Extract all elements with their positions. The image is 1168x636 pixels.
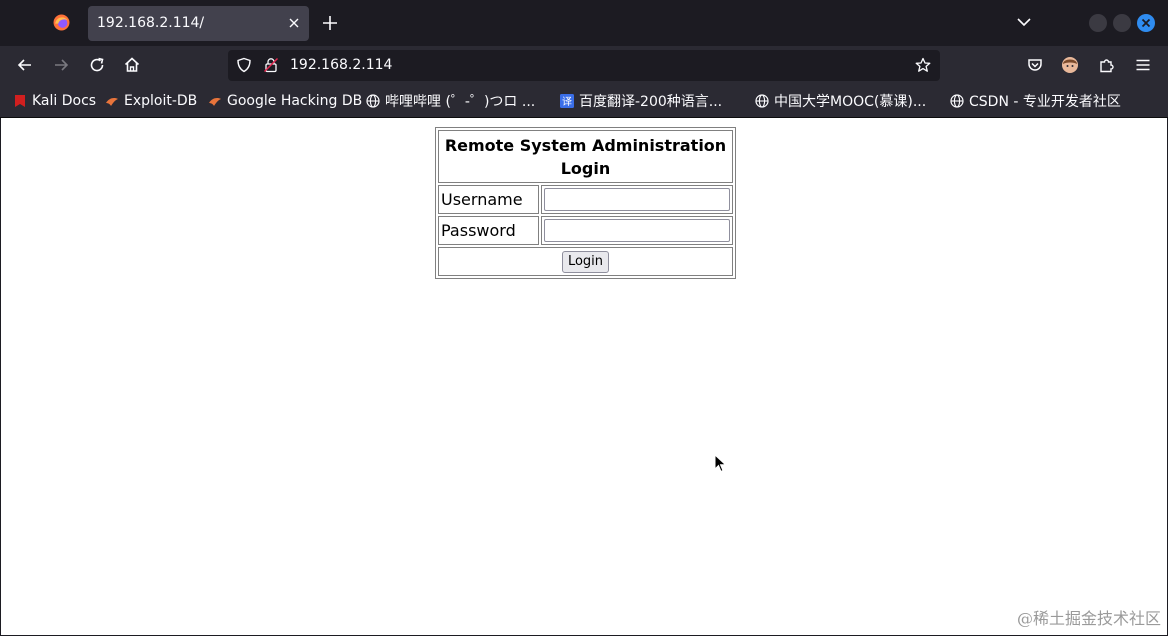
shield-icon[interactable] — [236, 57, 252, 73]
page-content: Remote System Administration Login Usern… — [1, 118, 1167, 635]
maximize-button[interactable] — [1113, 14, 1131, 32]
back-arrow-icon[interactable] — [16, 56, 34, 74]
globe-icon — [755, 94, 769, 108]
chevron-down-icon[interactable] — [1016, 16, 1032, 28]
close-icon — [1141, 18, 1151, 28]
home-icon[interactable] — [123, 56, 141, 74]
hamburger-menu-icon[interactable] — [1134, 56, 1152, 74]
forward-arrow-icon[interactable] — [52, 56, 70, 74]
address-bar[interactable]: 192.168.2.114 — [228, 50, 940, 81]
insecure-lock-icon[interactable] — [263, 57, 279, 73]
bookmark-csdn[interactable]: CSDN - 专业开发者社区 — [950, 92, 1121, 110]
globe-icon — [366, 94, 380, 108]
watermark: @稀土掘金技术社区 — [1016, 609, 1161, 628]
bookmarks-toolbar: Kali Docs Exploit-DB Google Hacking DB 哔… — [0, 84, 1168, 118]
bookmark-star-icon[interactable] — [915, 57, 931, 73]
password-cell — [541, 216, 733, 245]
login-button-cell: Login — [438, 247, 733, 276]
ghdb-icon — [209, 98, 221, 106]
login-button[interactable]: Login — [561, 250, 610, 273]
new-tab-plus-icon[interactable] — [322, 15, 338, 31]
login-form: Remote System Administration Login Usern… — [435, 127, 736, 279]
tab-title: 192.168.2.114/ — [97, 15, 205, 31]
globe-icon — [950, 94, 964, 108]
extensions-puzzle-icon[interactable] — [1098, 56, 1116, 74]
bookmark-icourse-mooc[interactable]: 中国大学MOOC(慕课)... — [755, 92, 926, 110]
mouse-cursor-icon — [714, 454, 727, 473]
tab-strip: 192.168.2.114/ — [0, 0, 1168, 46]
url-text[interactable]: 192.168.2.114 — [290, 57, 392, 73]
nav-bar: 192.168.2.114 — [0, 46, 1168, 84]
bookmark-kali-docs[interactable]: Kali Docs — [13, 92, 96, 110]
profile-avatar-icon[interactable] — [1061, 56, 1079, 74]
translate-icon: 译 — [560, 94, 574, 108]
exploit-db-icon — [106, 98, 118, 106]
kali-docs-icon — [15, 95, 25, 107]
bookmark-bilibili[interactable]: 哔哩哔哩 (゜-゜)つロ ... — [366, 92, 535, 110]
firefox-icon[interactable] — [53, 14, 70, 31]
bookmark-google-hacking-db[interactable]: Google Hacking DB — [208, 92, 362, 110]
reload-icon[interactable] — [88, 56, 106, 74]
password-label: Password — [438, 216, 539, 245]
minimize-button[interactable] — [1089, 14, 1107, 32]
bookmark-exploit-db[interactable]: Exploit-DB — [105, 92, 197, 110]
close-icon[interactable] — [288, 17, 300, 29]
window-close-button[interactable] — [1137, 14, 1155, 32]
login-title: Remote System Administration Login — [438, 130, 733, 183]
username-cell — [541, 185, 733, 214]
username-label: Username — [438, 185, 539, 214]
active-tab[interactable]: 192.168.2.114/ — [88, 6, 309, 41]
username-input[interactable] — [544, 188, 730, 211]
password-input[interactable] — [544, 219, 730, 242]
pocket-icon[interactable] — [1026, 56, 1044, 74]
bookmark-baidu-translate[interactable]: 译 百度翻译-200种语言... — [560, 92, 722, 110]
svg-text:译: 译 — [562, 96, 572, 108]
